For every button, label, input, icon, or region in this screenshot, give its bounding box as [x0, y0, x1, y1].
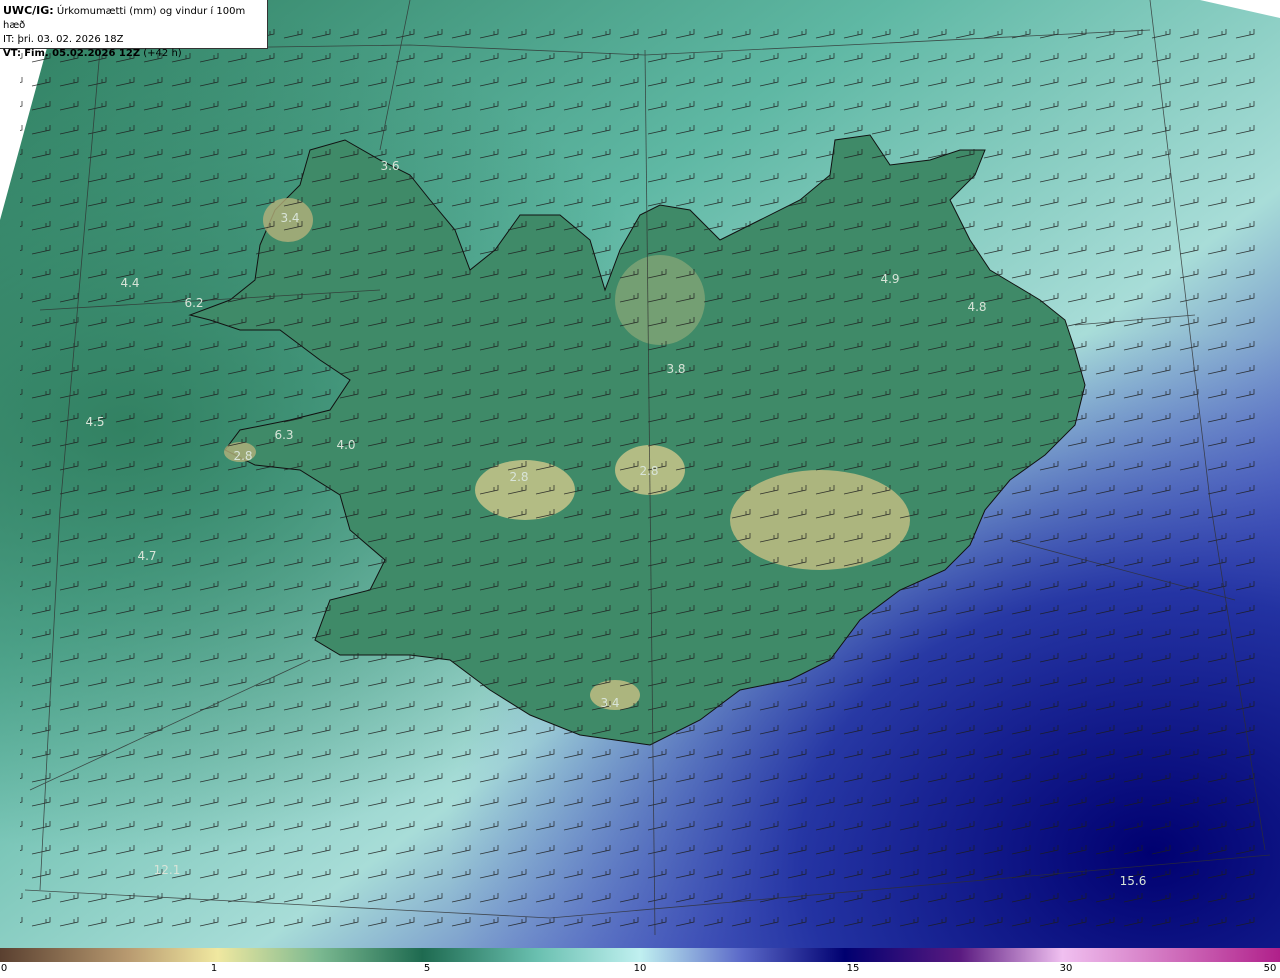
- colorbar-gradient: [0, 948, 1280, 962]
- colorbar-tick-label: 30: [1059, 963, 1073, 974]
- valid-time-line: VT: Fim. 05.02.2026 12Z (+42 h): [3, 47, 264, 61]
- map-label: 6.2: [184, 296, 203, 310]
- map-label: 2.8: [233, 449, 252, 463]
- weather-map: 4.4 6.2 3.4 4.5 6.3 4.0 2.8 2.8 2.8 3.8 …: [0, 0, 1280, 948]
- map-label: 4.5: [85, 415, 104, 429]
- colorbar-tick-label: 1: [210, 963, 218, 974]
- vt-value: Fim. 05.02.2026 12Z: [24, 48, 141, 59]
- map-label: 12.1: [154, 863, 181, 877]
- map-label: 3.4: [280, 211, 299, 225]
- title-line: UWC/IG: Úrkomumætti (mm) og vindur í 100…: [3, 4, 264, 33]
- vt-prefix: VT:: [3, 48, 22, 59]
- map-label: 4.4: [120, 276, 139, 290]
- colorbar-tick-label: 10: [633, 963, 647, 974]
- map-label: 3.8: [666, 362, 685, 376]
- colorbar-tick-label: 0: [0, 963, 8, 974]
- map-label: 4.7: [137, 549, 156, 563]
- map-label: 3.4: [600, 696, 619, 710]
- colorbar-tick-label: 50: [1263, 963, 1277, 974]
- map-label: 2.8: [509, 470, 528, 484]
- map-label: 4.8: [967, 300, 986, 314]
- colorbar: [0, 948, 1280, 962]
- map-label: 15.6: [1120, 874, 1147, 888]
- vt-suffix: (+42 h): [143, 48, 182, 59]
- colorbar-tick-label: 15: [846, 963, 860, 974]
- map-label: 4.0: [336, 438, 355, 452]
- map-label: 4.9: [880, 272, 899, 286]
- map-label: 2.8: [639, 464, 658, 478]
- map-label: 3.6: [380, 159, 399, 173]
- map-label: 6.3: [274, 428, 293, 442]
- colorbar-tick-label: 5: [423, 963, 431, 974]
- init-time: IT: þri. 03. 02. 2026 18Z: [3, 34, 124, 45]
- model-name: UWC/IG:: [3, 4, 54, 17]
- info-box: UWC/IG: Úrkomumætti (mm) og vindur í 100…: [0, 0, 268, 59]
- wind-barbs: [20, 20, 1260, 940]
